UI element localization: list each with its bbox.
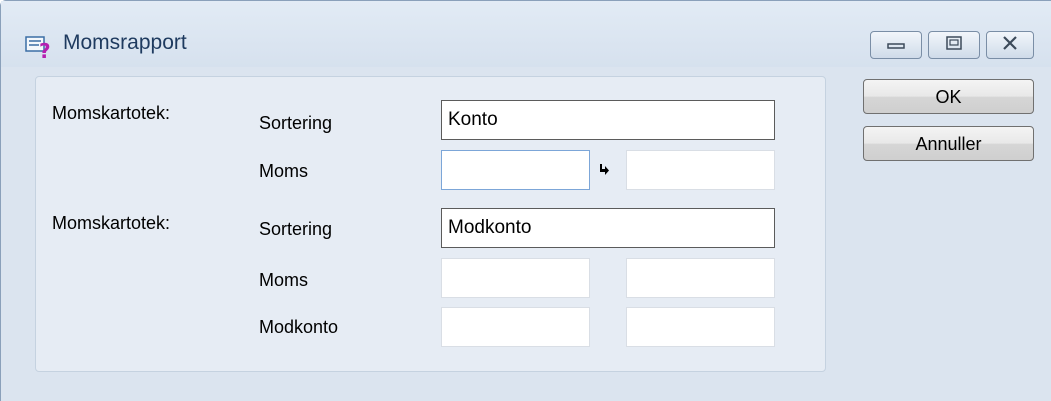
section1-sort-label: Sortering — [259, 113, 333, 133]
arrow-right-icon[interactable] — [595, 161, 613, 179]
section1-moms-label: Moms — [259, 161, 308, 181]
ok-button[interactable]: OK — [863, 79, 1034, 114]
section2-modkonto-from-field[interactable] — [441, 307, 590, 347]
section2-label: Momskartotek: — [52, 213, 171, 233]
close-icon — [1002, 35, 1018, 55]
maximize-button[interactable] — [928, 31, 980, 59]
window-title: Momsrapport — [63, 31, 187, 54]
section1-label: Momskartotek: — [52, 103, 171, 123]
section2-modkonto-to-field[interactable] — [626, 307, 775, 347]
section2-moms-from-field[interactable] — [441, 258, 590, 298]
section2-moms-to-field[interactable] — [626, 258, 775, 298]
minimize-icon — [887, 36, 905, 54]
svg-text:?: ? — [39, 39, 51, 59]
section1-sort-field[interactable] — [441, 100, 775, 140]
cancel-button[interactable]: Annuller — [863, 126, 1034, 161]
section2-moms-label: Moms — [259, 270, 308, 290]
section2-sort-field[interactable] — [441, 208, 775, 248]
minimize-button[interactable] — [870, 31, 922, 59]
maximize-icon — [946, 35, 962, 55]
section1-moms-to-field[interactable] — [626, 150, 775, 190]
dialog-window: ? Momsrapport Momskartotek: Sortering Mo… — [0, 0, 1051, 401]
report-icon: ? — [25, 35, 53, 63]
section2-modkonto-label: Modkonto — [259, 317, 339, 337]
title-bar[interactable]: ? Momsrapport — [1, 1, 1051, 67]
close-button[interactable] — [986, 31, 1034, 59]
section1-moms-from-field[interactable] — [441, 150, 590, 190]
section2-sort-label: Sortering — [259, 219, 333, 239]
